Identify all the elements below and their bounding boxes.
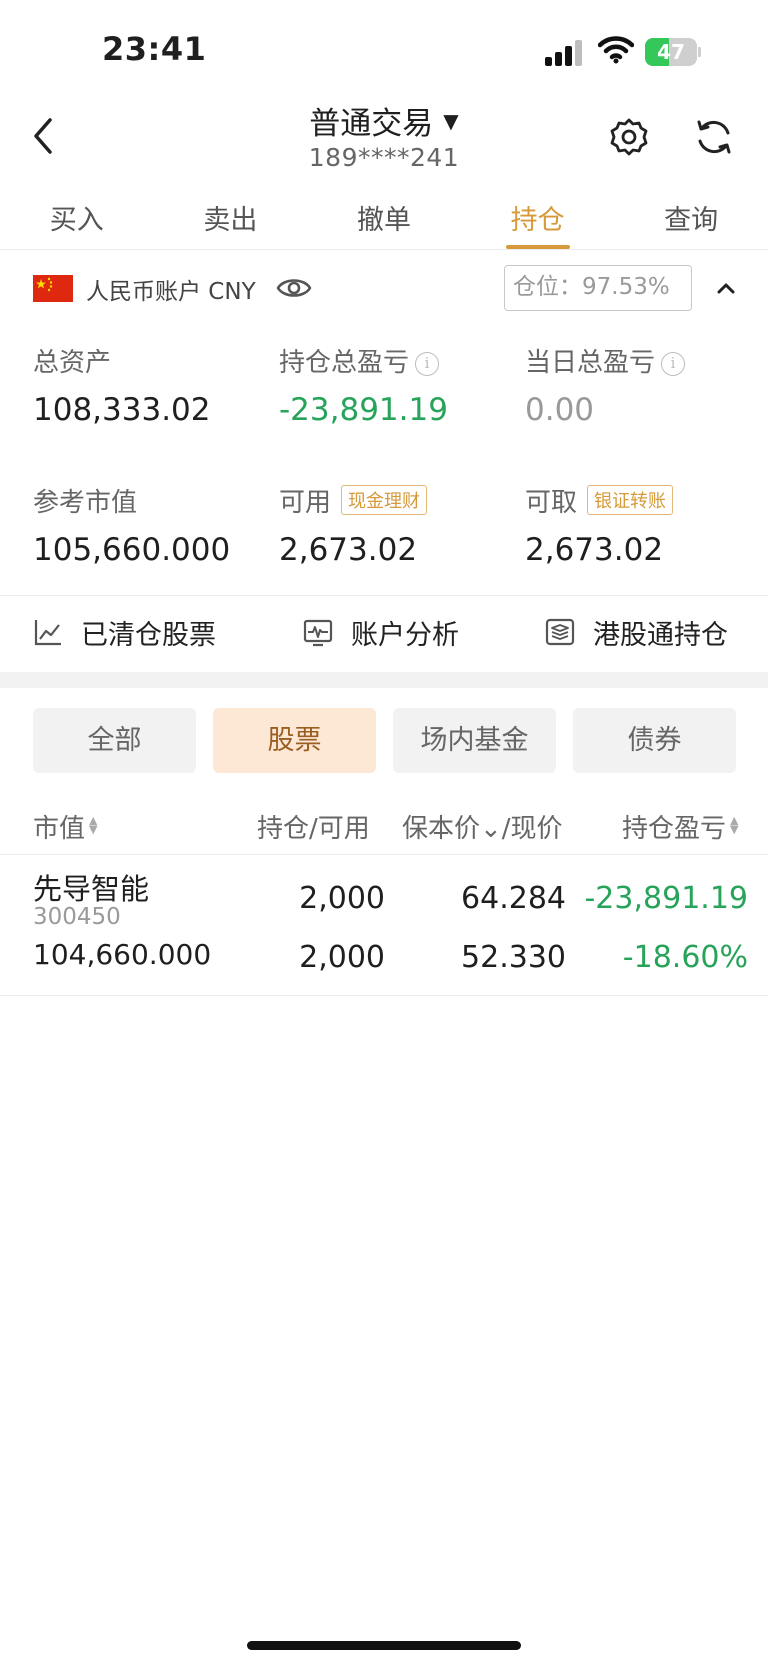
- section-gap: [0, 672, 768, 688]
- holding-pnl-label-group: 持仓总盈亏 i: [279, 342, 440, 379]
- daily-pnl-label: 当日总盈亏: [525, 348, 656, 378]
- divider: [0, 995, 768, 996]
- row-cost-price: 64.284: [461, 881, 566, 916]
- column-price[interactable]: 保本价⌄/现价: [402, 808, 563, 845]
- row-holding: 2,000: [299, 881, 385, 916]
- filter-bonds[interactable]: 债券: [573, 708, 736, 773]
- column-market-value-label: 市值: [33, 814, 86, 844]
- chart-line-icon: [34, 620, 61, 646]
- title-text: 普通交易: [309, 106, 434, 142]
- info-icon[interactable]: i: [415, 352, 440, 376]
- tab-query[interactable]: 查询: [614, 190, 768, 249]
- home-indicator[interactable]: [247, 1641, 521, 1650]
- status-time: 23:41: [102, 30, 207, 68]
- row-market-value: 104,660.000: [33, 938, 212, 971]
- wifi-icon: [598, 36, 634, 64]
- position-ratio-badge: 仓位：97.53%: [504, 265, 692, 311]
- available-label: 可用: [279, 488, 332, 518]
- column-pnl-label: 持仓盈亏: [622, 814, 727, 844]
- holding-pnl-value: -23,891.19: [279, 392, 448, 428]
- status-bar: 23:41 47: [0, 0, 768, 90]
- available-label-group: 可用 现金理财: [279, 482, 428, 519]
- account-analysis-link[interactable]: 账户分析: [303, 613, 493, 653]
- row-pnl-pct: -18.60%: [622, 940, 748, 975]
- total-assets-value: 108,333.02: [33, 392, 211, 428]
- column-price-sep: ⌄/现价: [480, 814, 563, 844]
- position-ratio-label: 仓位：: [513, 274, 582, 300]
- eye-icon[interactable]: [276, 274, 312, 302]
- account-currency-label: 人民币账户 CNY: [86, 279, 256, 305]
- cellular-signal-icon: [545, 40, 585, 66]
- tab-holdings[interactable]: 持仓: [461, 190, 615, 249]
- bank-transfer-tag[interactable]: 银证转账: [587, 485, 674, 515]
- market-value-label: 参考市值: [33, 488, 138, 518]
- battery-level-text: 47: [657, 40, 685, 64]
- withdrawable-label-group: 可取 银证转账: [525, 482, 674, 519]
- divider: [0, 854, 768, 855]
- refresh-icon[interactable]: [693, 116, 735, 158]
- withdrawable-value: 2,673.02: [525, 532, 664, 568]
- cleared-stocks-link[interactable]: 已清仓股票: [33, 613, 233, 653]
- stock-name: 先导智能: [33, 872, 150, 906]
- divider: [0, 595, 768, 596]
- column-price-label: 保本价: [402, 814, 481, 844]
- account-number: 189****241: [308, 143, 460, 172]
- column-market-value[interactable]: 市值 ▲ ▼: [33, 808, 97, 845]
- layers-icon: [545, 618, 575, 646]
- stock-code: 300450: [33, 904, 121, 930]
- page-title[interactable]: 普通交易 ▼: [0, 98, 768, 143]
- info-icon[interactable]: i: [661, 352, 686, 376]
- filter-all[interactable]: 全部: [33, 708, 196, 773]
- row-available: 2,000: [299, 940, 385, 975]
- row-current-price: 52.330: [461, 940, 566, 975]
- gear-icon[interactable]: [608, 116, 650, 158]
- filter-exchange-funds[interactable]: 场内基金: [393, 708, 556, 773]
- cleared-stocks-label: 已清仓股票: [81, 620, 216, 651]
- cash-management-tag[interactable]: 现金理财: [341, 485, 428, 515]
- battery-icon: 47: [645, 38, 701, 66]
- daily-pnl-label-group: 当日总盈亏 i: [525, 342, 686, 379]
- sort-icon: ▲ ▼: [89, 814, 98, 836]
- hk-connect-holdings-label: 港股通持仓: [593, 620, 728, 651]
- row-pnl: -23,891.19: [584, 881, 748, 916]
- tab-buy[interactable]: 买入: [0, 190, 154, 249]
- available-value: 2,673.02: [279, 532, 418, 568]
- filter-stocks[interactable]: 股票: [213, 708, 376, 773]
- chevron-up-icon[interactable]: [715, 280, 737, 296]
- china-flag-icon: [33, 275, 73, 302]
- holding-pnl-label: 持仓总盈亏: [279, 348, 410, 378]
- market-value-value: 105,660.000: [33, 532, 231, 568]
- position-ratio-value: 97.53%: [582, 274, 670, 300]
- pulse-monitor-icon: [303, 619, 333, 647]
- dropdown-caret-icon: ▼: [443, 109, 459, 133]
- tab-sell[interactable]: 卖出: [154, 190, 308, 249]
- withdrawable-label: 可取: [525, 488, 578, 518]
- sort-icon: ▲ ▼: [730, 814, 739, 836]
- daily-pnl-value: 0.00: [525, 392, 595, 428]
- column-pnl[interactable]: 持仓盈亏 ▲ ▼: [622, 808, 738, 845]
- account-analysis-label: 账户分析: [351, 620, 459, 651]
- column-qty: 持仓/可用: [257, 814, 370, 844]
- tab-cancel-order[interactable]: 撤单: [307, 190, 461, 249]
- trade-tabs: 买入 卖出 撤单 持仓 查询: [0, 190, 768, 250]
- hk-connect-holdings-link[interactable]: 港股通持仓: [545, 613, 745, 653]
- total-assets-label: 总资产: [33, 348, 112, 378]
